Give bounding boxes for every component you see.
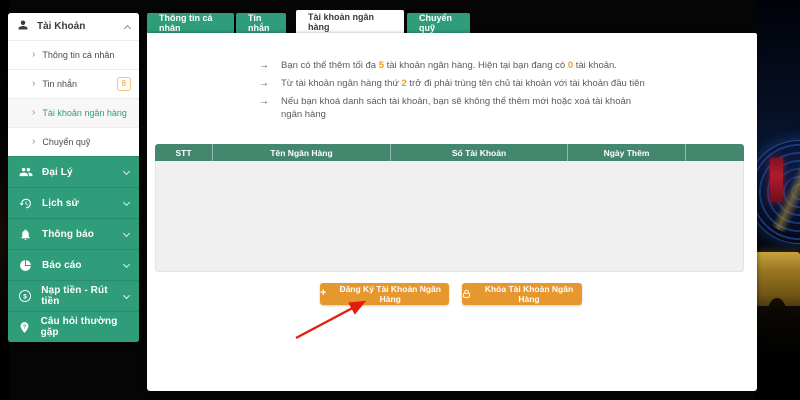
sidebar-item-faq[interactable]: ? Câu hỏi thường gặp xyxy=(8,311,139,342)
table-header-date-added: Ngày Thêm xyxy=(568,144,686,161)
sidebar-header-label: Tài Khoản xyxy=(37,21,85,32)
lock-bank-account-button[interactable]: Khóa Tài Khoản Ngân Hàng xyxy=(462,283,582,305)
svg-text:?: ? xyxy=(23,324,26,330)
pie-chart-icon xyxy=(18,258,33,273)
question-pin-icon: ? xyxy=(18,320,32,335)
bank-accounts-panel: → Bạn có thể thêm tối đa 5 tài khoản ngâ… xyxy=(147,33,757,391)
svg-text:$: $ xyxy=(23,293,27,300)
tab-bank-accounts[interactable]: Tài khoản ngân hàng xyxy=(296,10,404,33)
tab-messages[interactable]: Tin nhắn xyxy=(236,13,286,33)
sidebar-item-notifications[interactable]: Thông báo xyxy=(8,218,139,249)
chevron-down-icon xyxy=(123,292,130,299)
table-header-actions xyxy=(686,144,744,161)
sidebar-item-messages[interactable]: › Tin nhắn 8 xyxy=(8,69,139,98)
crowd-silhouette-photo xyxy=(754,306,800,376)
sidebar-item-personal-info[interactable]: › Thông tin cá nhân xyxy=(8,40,139,69)
chevron-up-icon xyxy=(124,24,131,31)
dollar-circle-icon: $ xyxy=(18,289,32,304)
table-header-bank-name: Tên Ngân Hàng xyxy=(213,144,391,161)
sidebar-item-transfer-funds[interactable]: › Chuyển quỹ xyxy=(8,127,139,156)
lock-icon xyxy=(462,289,471,299)
sidebar-header-account[interactable]: Tài Khoản xyxy=(8,13,139,40)
register-bank-account-button[interactable]: + Đăng Ký Tài Khoản Ngân Hàng xyxy=(320,283,449,305)
tab-bar: Thông tin cá nhân Tin nhắn Tài khoản ngâ… xyxy=(147,10,470,33)
chevron-down-icon xyxy=(123,198,130,205)
info-note-max-accounts: → Bạn có thể thêm tối đa 5 tài khoản ngâ… xyxy=(259,59,659,72)
bell-icon xyxy=(18,227,33,242)
arrow-right-icon: → xyxy=(259,59,269,72)
sidebar: Tài Khoản › Thông tin cá nhân › Tin nhắn… xyxy=(8,13,139,342)
lit-building-photo xyxy=(754,252,800,314)
users-icon xyxy=(18,165,33,180)
info-note-lock-warning: → Nếu bạn khoá danh sách tài khoản, bạn … xyxy=(259,95,659,121)
table-header-stt: STT xyxy=(155,144,213,161)
chevron-down-icon xyxy=(123,167,130,174)
unread-count-badge: 8 xyxy=(117,77,131,91)
neon-sign-photo xyxy=(770,158,783,202)
arrow-right-icon: → xyxy=(259,77,269,90)
info-note-name-match: → Từ tài khoản ngân hàng thứ 2 trở đi ph… xyxy=(259,77,659,90)
history-icon xyxy=(18,196,33,211)
table-header-account-number: Số Tài Khoản xyxy=(391,144,568,161)
sidebar-item-agency[interactable]: Đại Lý xyxy=(8,156,139,187)
tab-transfer-funds[interactable]: Chuyển quỹ xyxy=(407,13,470,33)
bank-accounts-table: STT Tên Ngân Hàng Số Tài Khoản Ngày Thêm xyxy=(155,144,744,272)
chevron-down-icon xyxy=(123,260,130,267)
table-header-row: STT Tên Ngân Hàng Số Tài Khoản Ngày Thêm xyxy=(155,144,744,161)
person-icon xyxy=(17,18,29,36)
chevron-down-icon xyxy=(123,229,130,236)
tab-personal-info[interactable]: Thông tin cá nhân xyxy=(147,13,234,33)
sidebar-item-history[interactable]: Lịch sử xyxy=(8,187,139,218)
sidebar-item-bank-accounts[interactable]: › Tài khoản ngân hàng xyxy=(8,98,139,127)
info-notes: → Bạn có thể thêm tối đa 5 tài khoản ngâ… xyxy=(259,59,659,126)
table-empty-body xyxy=(155,161,744,272)
chevron-right-icon: › xyxy=(32,79,35,89)
sidebar-item-reports[interactable]: Báo cáo xyxy=(8,249,139,280)
plus-icon: + xyxy=(320,288,326,299)
arrow-right-icon: → xyxy=(259,95,269,121)
sidebar-item-deposit-withdraw[interactable]: $ Nạp tiền - Rút tiền xyxy=(8,280,139,311)
chevron-right-icon: › xyxy=(32,108,35,118)
chevron-right-icon: › xyxy=(32,50,35,60)
chevron-right-icon: › xyxy=(32,137,35,147)
